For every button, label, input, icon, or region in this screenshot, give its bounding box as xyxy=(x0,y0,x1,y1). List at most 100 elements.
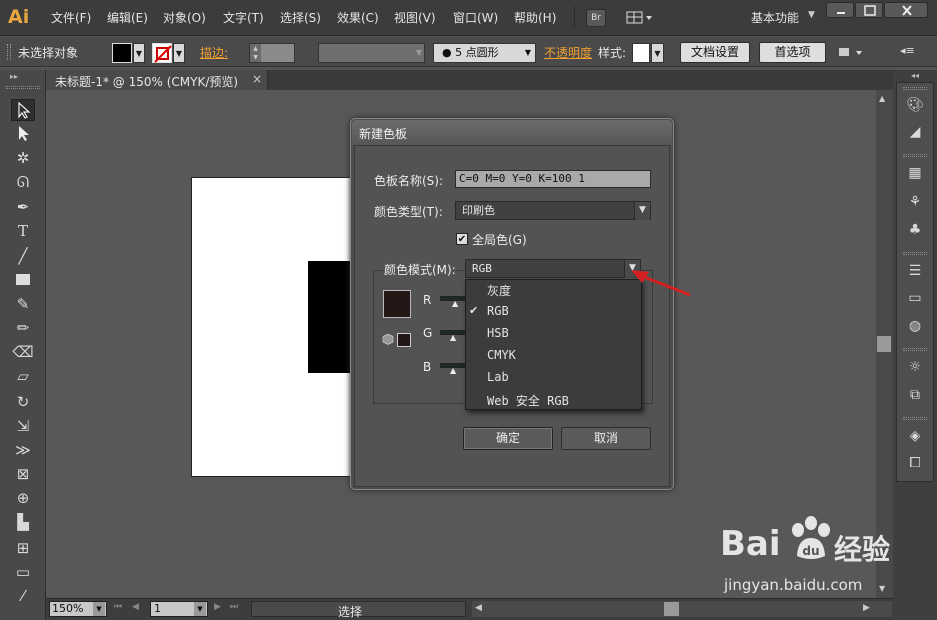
panel-group-grip[interactable] xyxy=(903,348,927,351)
opacity-label[interactable]: 不透明度 xyxy=(544,44,592,61)
mode-option-rgb[interactable]: RGB xyxy=(487,304,509,318)
dialog-title-bar[interactable]: 新建色板 xyxy=(352,120,672,145)
graphic-styles-panel-button[interactable]: ⧉ xyxy=(903,385,927,405)
type-tool[interactable]: T xyxy=(11,220,35,242)
graph-tool[interactable]: ▙ xyxy=(11,511,35,533)
next-artboard-icon[interactable]: ▶ xyxy=(214,602,221,612)
last-artboard-icon[interactable]: ⏭ xyxy=(230,602,238,612)
selection-tool[interactable] xyxy=(11,99,35,121)
rotate-tool[interactable]: ↻ xyxy=(11,391,35,413)
close-window-button[interactable] xyxy=(884,2,928,18)
eraser-tool[interactable]: ▱ xyxy=(11,365,35,387)
mode-option-lab[interactable]: Lab xyxy=(487,370,509,384)
menu-effect[interactable]: 效果(C) xyxy=(337,9,379,26)
vertical-scroll-thumb[interactable] xyxy=(877,336,891,352)
width-tool[interactable]: ≫ xyxy=(11,439,35,461)
horizontal-scrollbar[interactable]: ◀ ▶ xyxy=(472,601,892,617)
free-transform-tool[interactable]: ⊠ xyxy=(11,463,35,485)
cancel-button[interactable]: 取消 xyxy=(561,427,651,450)
mode-option-web-safe-rgb[interactable]: Web 安全 RGB xyxy=(487,392,569,409)
r-slider-thumb[interactable]: ▲ xyxy=(452,299,458,308)
color-type-select[interactable]: 印刷色 ▼ xyxy=(455,201,651,220)
paintbrush-tool[interactable]: ✎ xyxy=(11,293,35,315)
menu-view[interactable]: 视图(V) xyxy=(394,9,436,26)
gamut-correction-swatch[interactable] xyxy=(397,333,411,347)
direct-selection-tool[interactable] xyxy=(11,123,35,145)
panel-group-grip[interactable] xyxy=(903,417,927,420)
brush-definition-dropdown[interactable]: ● 5 点圆形 ▼ xyxy=(433,43,536,63)
stroke-label[interactable]: 描边: xyxy=(200,44,228,61)
mode-option-grayscale[interactable]: 灰度 xyxy=(487,282,511,299)
status-info[interactable]: 选择▶ xyxy=(251,601,491,619)
close-tab-icon[interactable]: × xyxy=(252,72,262,86)
swatches-panel-button[interactable]: ▦ xyxy=(903,163,927,183)
maximize-button[interactable] xyxy=(855,2,883,18)
color-panel-button[interactable]: 🎨︎ xyxy=(903,95,927,115)
symbols-panel-button[interactable]: ♣ xyxy=(903,220,927,240)
artboard-number-select[interactable]: 1 ▼ xyxy=(150,601,208,617)
scroll-up-icon[interactable]: ▲ xyxy=(879,94,885,103)
workspace-switcher[interactable]: 基本功能 xyxy=(751,9,799,26)
menu-type[interactable]: 文字(T) xyxy=(223,9,264,26)
panel-menu-icon[interactable]: ◂≡ xyxy=(900,44,920,62)
first-artboard-icon[interactable]: ⏮ xyxy=(114,602,122,612)
g-slider-thumb[interactable]: ▲ xyxy=(450,333,456,342)
minimize-button[interactable] xyxy=(826,2,854,18)
isolate-object-button[interactable] xyxy=(836,44,866,62)
document-setup-button[interactable]: 文档设置 xyxy=(680,42,750,63)
toolbar-grip[interactable] xyxy=(6,86,40,89)
scroll-right-icon[interactable]: ▶ xyxy=(863,603,870,613)
bridge-button[interactable]: Br xyxy=(586,9,606,27)
scale-tool[interactable]: ⇲ xyxy=(11,415,35,437)
menu-help[interactable]: 帮助(H) xyxy=(514,9,556,26)
gradient-tool[interactable]: ▭ xyxy=(11,561,35,583)
appearance-panel-button[interactable]: ☼ xyxy=(903,357,927,377)
mode-option-cmyk[interactable]: CMYK xyxy=(487,348,516,362)
collapse-toolbar-icon[interactable]: ▸▸ xyxy=(10,72,18,81)
layers-panel-button[interactable]: ◈ xyxy=(903,426,927,446)
eyedropper-tool[interactable]: ⁄ xyxy=(11,585,35,607)
zoom-select[interactable]: 150% ▼ xyxy=(49,601,107,617)
control-bar-grip[interactable] xyxy=(7,44,11,60)
gradient-panel-button[interactable]: ▭ xyxy=(903,288,927,308)
mesh-tool[interactable]: ⊞ xyxy=(11,537,35,559)
variable-width-profile[interactable]: ▼ xyxy=(318,43,425,63)
stroke-color-picker[interactable]: ▼ xyxy=(152,43,186,63)
previous-artboard-icon[interactable]: ◀ xyxy=(132,602,139,612)
blob-brush-tool[interactable]: ⌫ xyxy=(11,341,35,363)
pencil-tool[interactable]: ✏ xyxy=(11,317,35,339)
fill-color-picker[interactable]: ▼ xyxy=(112,43,146,63)
rectangle-tool[interactable] xyxy=(11,269,35,291)
mode-option-hsb[interactable]: HSB xyxy=(487,326,509,340)
shape-builder-tool[interactable]: ⊕ xyxy=(11,487,35,509)
swatch-name-input[interactable]: C=0 M=0 Y=0 K=100 1 xyxy=(455,170,651,188)
global-color-checkbox[interactable]: ✔ xyxy=(456,233,468,245)
panel-group-grip[interactable] xyxy=(903,154,927,157)
color-guide-panel-button[interactable]: ◢ xyxy=(903,122,927,142)
menu-object[interactable]: 对象(O) xyxy=(163,9,206,26)
lasso-tool[interactable]: ᘏ xyxy=(11,171,35,193)
scroll-left-icon[interactable]: ◀ xyxy=(475,603,482,613)
transparency-panel-button[interactable]: ◍ xyxy=(903,316,927,336)
brushes-panel-button[interactable]: ⚘ xyxy=(903,192,927,212)
preferences-button[interactable]: 首选项 xyxy=(759,42,826,63)
style-picker[interactable]: ▼ xyxy=(632,43,665,63)
out-of-gamut-icon[interactable] xyxy=(382,333,394,345)
horizontal-scroll-thumb[interactable] xyxy=(664,602,679,616)
menu-edit[interactable]: 编辑(E) xyxy=(107,9,148,26)
arrange-documents-button[interactable] xyxy=(626,9,654,27)
document-tab[interactable]: 未标题-1* @ 150% (CMYK/预览) × xyxy=(46,70,268,90)
artboards-panel-button[interactable]: ⧠ xyxy=(903,453,927,473)
stroke-weight-input[interactable]: ▲ ▼ xyxy=(249,43,295,63)
ok-button[interactable]: 确定 xyxy=(463,427,553,450)
expand-panels-icon[interactable]: ◂◂ xyxy=(911,71,919,80)
menu-file[interactable]: 文件(F) xyxy=(51,9,91,26)
b-slider-thumb[interactable]: ▲ xyxy=(450,366,456,375)
menu-window[interactable]: 窗口(W) xyxy=(453,9,498,26)
panel-group-grip[interactable] xyxy=(903,87,927,90)
magic-wand-tool[interactable]: ✲ xyxy=(11,147,35,169)
menu-select[interactable]: 选择(S) xyxy=(280,9,321,26)
line-tool[interactable]: ╱ xyxy=(11,245,35,267)
color-mode-select[interactable]: RGB ▼ xyxy=(465,259,641,278)
panel-group-grip[interactable] xyxy=(903,252,927,255)
